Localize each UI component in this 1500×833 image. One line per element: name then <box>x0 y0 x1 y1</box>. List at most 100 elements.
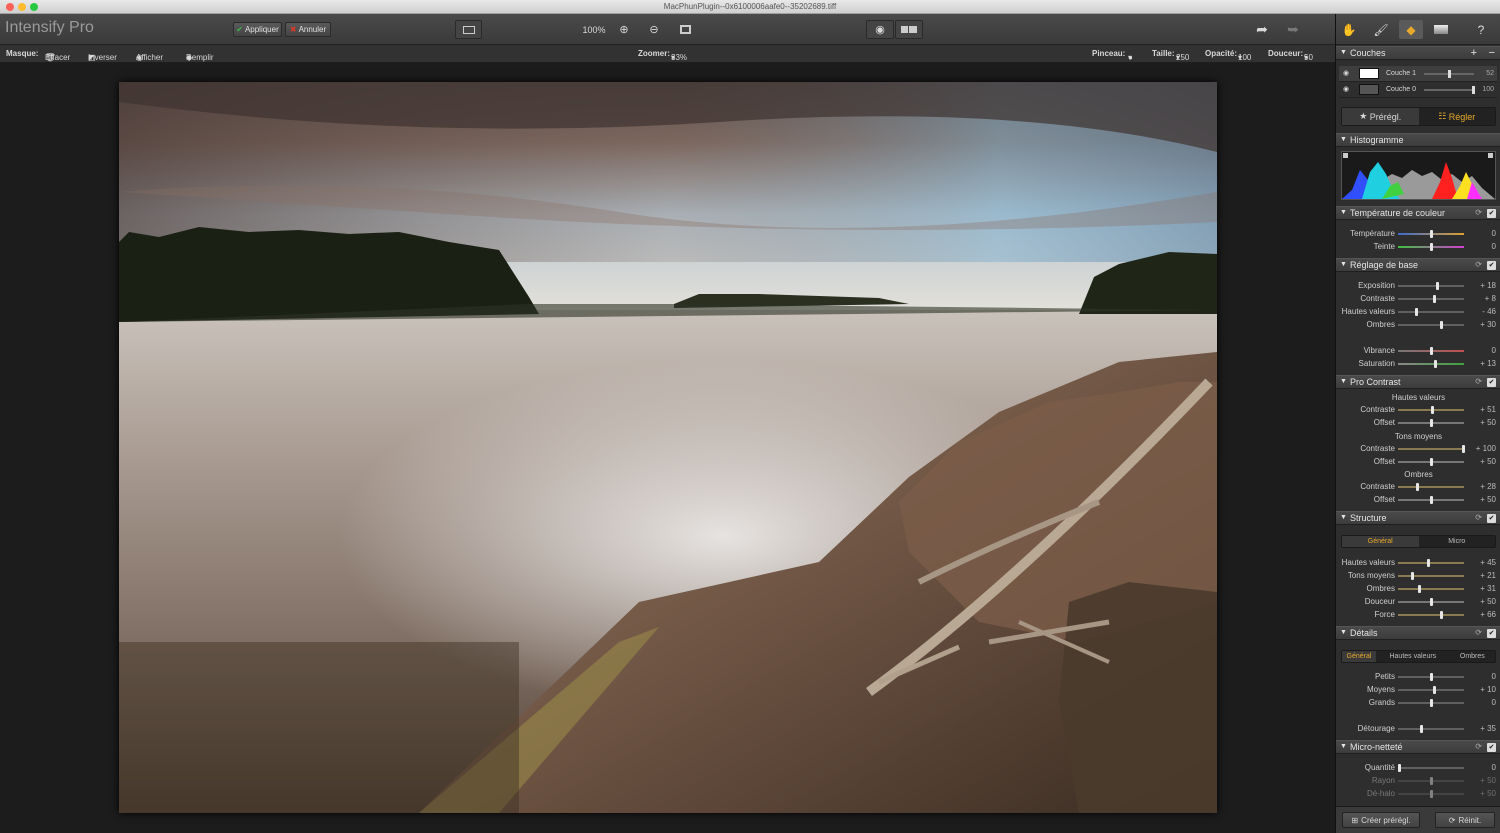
tab-details-highlights[interactable]: Hautes valeurs <box>1376 651 1450 662</box>
reset-icon[interactable]: ⟳ <box>1475 260 1482 269</box>
reset-icon[interactable]: ⟳ <box>1475 513 1482 522</box>
reset-icon[interactable]: ⟳ <box>1475 377 1482 386</box>
remove-layer-button[interactable]: − <box>1489 47 1495 59</box>
hand-tool-button[interactable]: ✋ <box>1337 20 1361 39</box>
split-view-icon <box>901 26 917 33</box>
slider-thumb[interactable] <box>1435 282 1439 290</box>
eraser-tool-button[interactable]: ◆ <box>1399 20 1423 39</box>
tab-structure-general[interactable]: Général <box>1342 536 1419 547</box>
enable-checkbox[interactable]: ✔ <box>1487 261 1496 270</box>
reset-icon[interactable]: ⟳ <box>1475 742 1482 751</box>
basic-header[interactable]: ▼ Réglage de base ⟳ ✔ <box>1336 258 1500 272</box>
tab-details-general[interactable]: Général <box>1342 651 1376 662</box>
check-icon: ✔ <box>236 25 243 34</box>
pro-contrast-header[interactable]: ▼ Pro Contrast ⟳ ✔ <box>1336 375 1500 389</box>
eye-icon[interactable]: ◉ <box>1343 69 1349 77</box>
enable-checkbox[interactable]: ✔ <box>1487 629 1496 638</box>
enable-checkbox[interactable]: ✔ <box>1487 514 1496 523</box>
slider-thumb[interactable] <box>1462 445 1465 453</box>
slider-thumb[interactable] <box>1472 86 1475 94</box>
fit-screen-button[interactable] <box>673 20 697 39</box>
slider-thumb[interactable] <box>1430 598 1433 606</box>
cancel-button[interactable]: ✖ Annuler <box>285 22 331 37</box>
slider-thumb[interactable] <box>1430 777 1433 785</box>
brush-tool-button[interactable]: 🖌 <box>1369 20 1393 39</box>
eye-icon[interactable]: ◉ <box>1343 85 1349 93</box>
zoom-100-button[interactable]: 100% <box>578 20 610 39</box>
toggle-panel-button[interactable] <box>455 20 482 39</box>
create-preset-button[interactable]: ⊞ Créer prérégl. <box>1342 812 1420 828</box>
enable-checkbox[interactable]: ✔ <box>1487 209 1496 218</box>
gradient-tool-button[interactable] <box>1429 20 1453 39</box>
tab-presets[interactable]: ★ Prérégl. <box>1342 108 1419 125</box>
slider-thumb[interactable] <box>1430 230 1433 238</box>
temperature-header[interactable]: ▼ Température de couleur ⟳ ✔ <box>1336 206 1500 220</box>
slider-thumb[interactable] <box>1426 559 1430 567</box>
slider-track[interactable] <box>1398 588 1464 590</box>
slider-thumb[interactable] <box>1430 419 1433 427</box>
histogram-header[interactable]: ▼ Histogramme <box>1336 133 1500 147</box>
enable-checkbox[interactable]: ✔ <box>1487 378 1496 387</box>
slider-track[interactable] <box>1398 689 1464 691</box>
apply-button[interactable]: ✔ Appliquer <box>233 22 282 37</box>
slider-thumb[interactable] <box>1439 321 1443 329</box>
slider-track[interactable] <box>1398 448 1464 450</box>
slider-thumb[interactable] <box>1430 699 1433 707</box>
opacity-label: Opacité: <box>1205 49 1238 58</box>
preview-button[interactable]: ◉ <box>866 20 894 39</box>
slider-track[interactable] <box>1398 575 1464 577</box>
slider-thumb[interactable] <box>1432 295 1436 303</box>
slider-thumb[interactable] <box>1411 572 1415 580</box>
slider-thumb[interactable] <box>1415 483 1419 491</box>
tab-adjust[interactable]: ☷ Régler <box>1418 108 1495 125</box>
enable-checkbox[interactable]: ✔ <box>1487 743 1496 752</box>
slider-thumb[interactable] <box>1430 406 1434 414</box>
slider-thumb[interactable] <box>1433 686 1437 694</box>
details-header[interactable]: ▼ Détails ⟳ ✔ <box>1336 626 1500 640</box>
slider-track[interactable] <box>1398 486 1464 488</box>
slider-thumb[interactable] <box>1430 673 1433 681</box>
reset-icon[interactable]: ⟳ <box>1475 628 1482 637</box>
slider-row: Teinte 0 <box>1336 240 1500 253</box>
structure-header[interactable]: ▼ Structure ⟳ ✔ <box>1336 511 1500 525</box>
slider-track[interactable] <box>1398 363 1464 365</box>
compare-button[interactable] <box>895 20 923 39</box>
micro-sharpness-header[interactable]: ▼ Micro-netteté ⟳ ✔ <box>1336 740 1500 754</box>
slider-thumb[interactable] <box>1415 308 1419 316</box>
reset-icon[interactable]: ⟳ <box>1475 208 1482 217</box>
slider-track[interactable] <box>1398 311 1464 313</box>
slider-thumb[interactable] <box>1420 725 1424 733</box>
image-canvas[interactable] <box>0 63 1335 833</box>
slider-thumb[interactable] <box>1398 764 1401 772</box>
slider-track[interactable] <box>1398 728 1464 730</box>
slider-thumb[interactable] <box>1430 790 1433 798</box>
slider-track[interactable] <box>1398 562 1464 564</box>
help-button[interactable]: ? <box>1469 20 1493 39</box>
redo-button[interactable]: ➥ <box>1279 20 1307 39</box>
slider-track[interactable] <box>1398 324 1464 326</box>
tab-details-shadows[interactable]: Ombres <box>1450 651 1495 662</box>
layer-opacity-slider[interactable] <box>1424 89 1474 91</box>
slider-row: Contraste + 51 <box>1336 403 1500 416</box>
tab-structure-micro[interactable]: Micro <box>1419 536 1496 547</box>
photo-preview[interactable] <box>119 82 1217 813</box>
slider-track[interactable] <box>1398 614 1464 616</box>
zoom-in-button[interactable]: ⊕ <box>612 20 636 39</box>
reset-all-button[interactable]: ⟳ Réinit. <box>1435 812 1495 828</box>
slider-thumb[interactable] <box>1417 585 1421 593</box>
zoom-out-button[interactable]: ⊖ <box>642 20 666 39</box>
slider-thumb[interactable] <box>1440 611 1444 619</box>
layer-row[interactable]: ◉ Couche 1 52 <box>1339 66 1497 82</box>
slider-thumb[interactable] <box>1448 70 1451 78</box>
slider-track[interactable] <box>1398 298 1464 300</box>
slider-thumb[interactable] <box>1430 458 1433 466</box>
layer-row[interactable]: ◉ Couche 0 100 <box>1339 82 1497 98</box>
slider-track[interactable] <box>1398 285 1464 287</box>
layers-header[interactable]: ▼ Couches + − <box>1336 46 1500 60</box>
add-layer-button[interactable]: + <box>1471 47 1477 59</box>
undo-button[interactable]: ➦ <box>1248 20 1276 39</box>
slider-thumb[interactable] <box>1430 496 1433 504</box>
slider-thumb[interactable] <box>1430 243 1433 251</box>
slider-thumb[interactable] <box>1430 347 1433 355</box>
slider-track[interactable] <box>1398 767 1464 769</box>
